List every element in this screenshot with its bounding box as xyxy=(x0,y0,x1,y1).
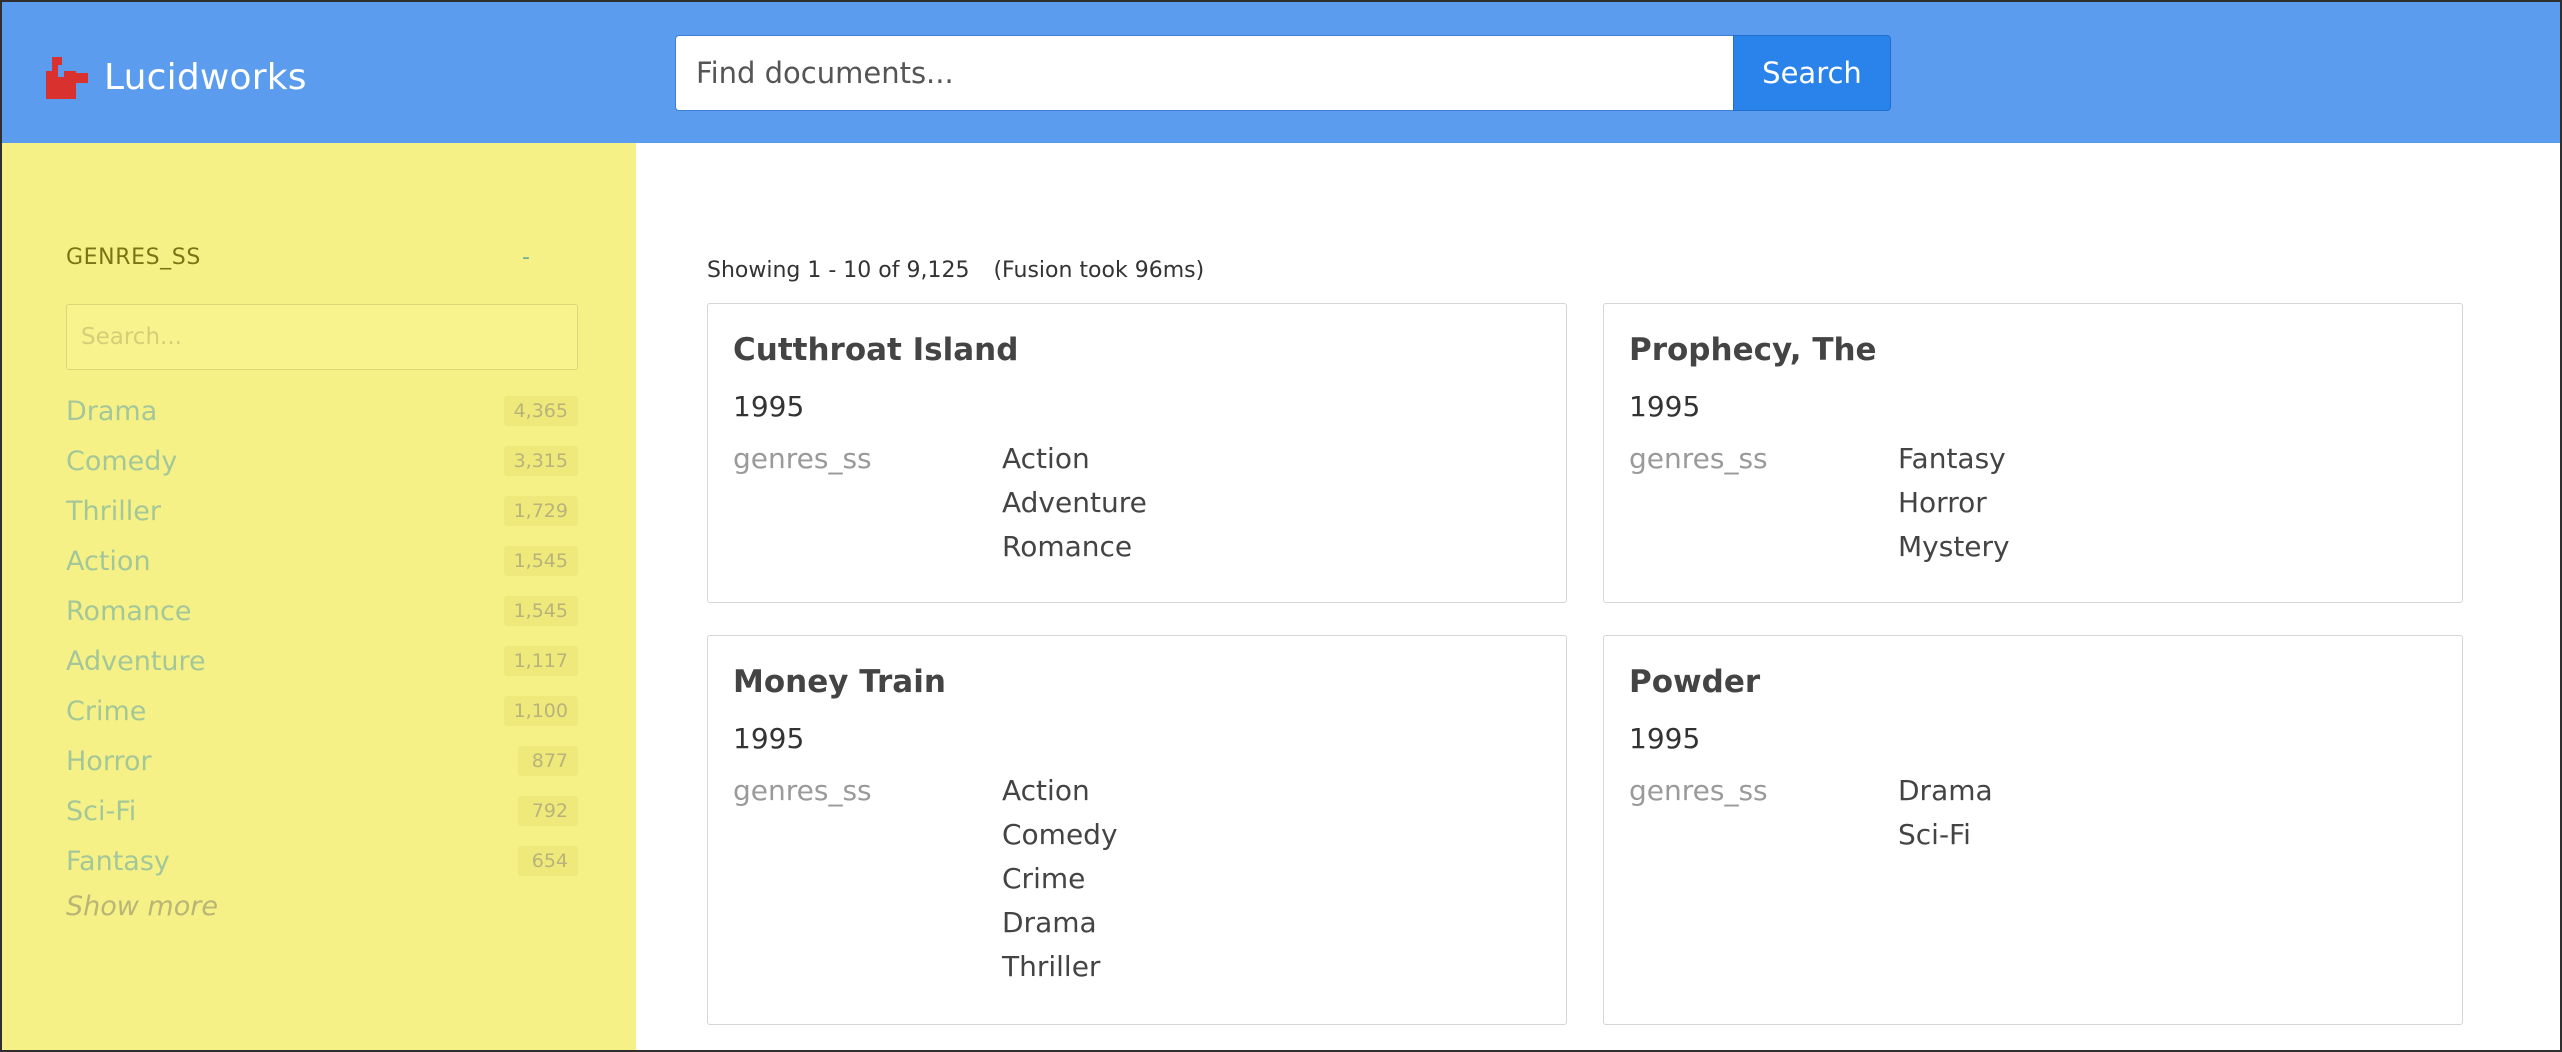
facet-item-count: 1,545 xyxy=(503,546,578,576)
facet-item-drama[interactable]: Drama 4,365 xyxy=(66,386,578,436)
result-title[interactable]: Prophecy, The xyxy=(1629,332,1877,368)
facet-item-label: Adventure xyxy=(66,645,206,677)
facet-item-thriller[interactable]: Thriller 1,729 xyxy=(66,486,578,536)
facet-item-label: Comedy xyxy=(66,445,178,477)
result-field-label: genres_ss xyxy=(733,774,872,807)
facet-item-count: 1,545 xyxy=(503,596,578,626)
facet-item-romance[interactable]: Romance 1,545 xyxy=(66,586,578,636)
app-window: Lucidworks Search GENRES_SS - Drama 4,36… xyxy=(0,0,2562,1052)
show-more-link[interactable]: Show more xyxy=(66,891,218,922)
facet-item-comedy[interactable]: Comedy 3,315 xyxy=(66,436,578,486)
genre-value: Fantasy xyxy=(1898,442,2006,475)
result-field-values: Action Adventure Romance xyxy=(1002,442,1147,574)
results-panel: Showing 1 - 10 of 9,125 (Fusion took 96ms… xyxy=(636,143,2560,1050)
result-field-label: genres_ss xyxy=(1629,774,1768,807)
facet-item-label: Fantasy xyxy=(66,845,170,877)
result-year: 1995 xyxy=(733,390,805,423)
facet-title: GENRES_SS xyxy=(66,245,201,270)
result-field-label: genres_ss xyxy=(1629,442,1768,475)
result-year: 1995 xyxy=(1629,390,1701,423)
genre-value: Drama xyxy=(1898,774,1993,807)
result-field-values: Drama Sci-Fi xyxy=(1898,774,1993,862)
facet-item-label: Sci-Fi xyxy=(66,795,137,827)
genre-value: Mystery xyxy=(1898,530,2010,563)
facet-item-count: 792 xyxy=(518,796,578,826)
facet-item-label: Drama xyxy=(66,395,158,427)
genre-value: Thriller xyxy=(1002,950,1101,983)
genre-value: Romance xyxy=(1002,530,1133,563)
facet-item-count: 1,100 xyxy=(503,696,578,726)
facet-collapse-button[interactable]: - xyxy=(522,245,530,270)
result-title[interactable]: Powder xyxy=(1629,664,1760,700)
facet-sidebar: GENRES_SS - Drama 4,365 Comedy 3,315 Thr… xyxy=(2,143,636,1050)
facet-item-count: 654 xyxy=(518,846,578,876)
genre-value: Adventure xyxy=(1002,486,1147,519)
facet-item-horror[interactable]: Horror 877 xyxy=(66,736,578,786)
facet-item-action[interactable]: Action 1,545 xyxy=(66,536,578,586)
result-card[interactable]: Cutthroat Island 1995 genres_ss Action A… xyxy=(707,303,1567,603)
facet-item-count: 1,729 xyxy=(503,496,578,526)
facet-item-sci-fi[interactable]: Sci-Fi 792 xyxy=(66,786,578,836)
genre-value: Crime xyxy=(1002,862,1086,895)
facet-item-count: 4,365 xyxy=(503,396,578,426)
result-card[interactable]: Money Train 1995 genres_ss Action Comedy… xyxy=(707,635,1567,1025)
facet-list: Drama 4,365 Comedy 3,315 Thriller 1,729 … xyxy=(66,386,578,886)
facet-item-fantasy[interactable]: Fantasy 654 xyxy=(66,836,578,886)
facet-header: GENRES_SS - xyxy=(66,245,552,270)
facet-item-count: 3,315 xyxy=(503,446,578,476)
search-bar: Search xyxy=(675,35,1891,111)
facet-item-count: 877 xyxy=(518,746,578,776)
result-card[interactable]: Powder 1995 genres_ss Drama Sci-Fi xyxy=(1603,635,2463,1025)
logo-text: Lucidworks xyxy=(104,57,307,98)
result-card[interactable]: Prophecy, The 1995 genres_ss Fantasy Hor… xyxy=(1603,303,2463,603)
search-button[interactable]: Search xyxy=(1733,35,1891,111)
facet-item-label: Romance xyxy=(66,595,192,627)
facet-search-input[interactable] xyxy=(66,304,578,370)
genre-value: Action xyxy=(1002,774,1090,807)
facet-item-label: Action xyxy=(66,545,151,577)
result-field-values: Action Comedy Crime Drama Thriller xyxy=(1002,774,1118,994)
facet-item-count: 1,117 xyxy=(503,646,578,676)
query-time: (Fusion took 96ms) xyxy=(993,258,1205,283)
search-input[interactable] xyxy=(675,35,1733,111)
result-title[interactable]: Cutthroat Island xyxy=(733,332,1018,368)
lucidworks-logo-icon xyxy=(44,55,90,101)
logo[interactable]: Lucidworks xyxy=(44,52,307,104)
facet-item-label: Crime xyxy=(66,695,147,727)
top-header: Lucidworks Search xyxy=(2,2,2560,143)
genre-value: Action xyxy=(1002,442,1090,475)
results-summary: Showing 1 - 10 of 9,125 (Fusion took 96ms… xyxy=(707,258,1204,283)
facet-item-label: Horror xyxy=(66,745,152,777)
result-year: 1995 xyxy=(733,722,805,755)
results-count: Showing 1 - 10 of 9,125 xyxy=(707,258,970,283)
result-title[interactable]: Money Train xyxy=(733,664,946,700)
facet-item-crime[interactable]: Crime 1,100 xyxy=(66,686,578,736)
genre-value: Comedy xyxy=(1002,818,1118,851)
facet-item-label: Thriller xyxy=(66,495,161,527)
genre-value: Drama xyxy=(1002,906,1097,939)
result-field-values: Fantasy Horror Mystery xyxy=(1898,442,2010,574)
facet-item-adventure[interactable]: Adventure 1,117 xyxy=(66,636,578,686)
genre-value: Horror xyxy=(1898,486,1987,519)
result-field-label: genres_ss xyxy=(733,442,872,475)
result-year: 1995 xyxy=(1629,722,1701,755)
genre-value: Sci-Fi xyxy=(1898,818,1971,851)
